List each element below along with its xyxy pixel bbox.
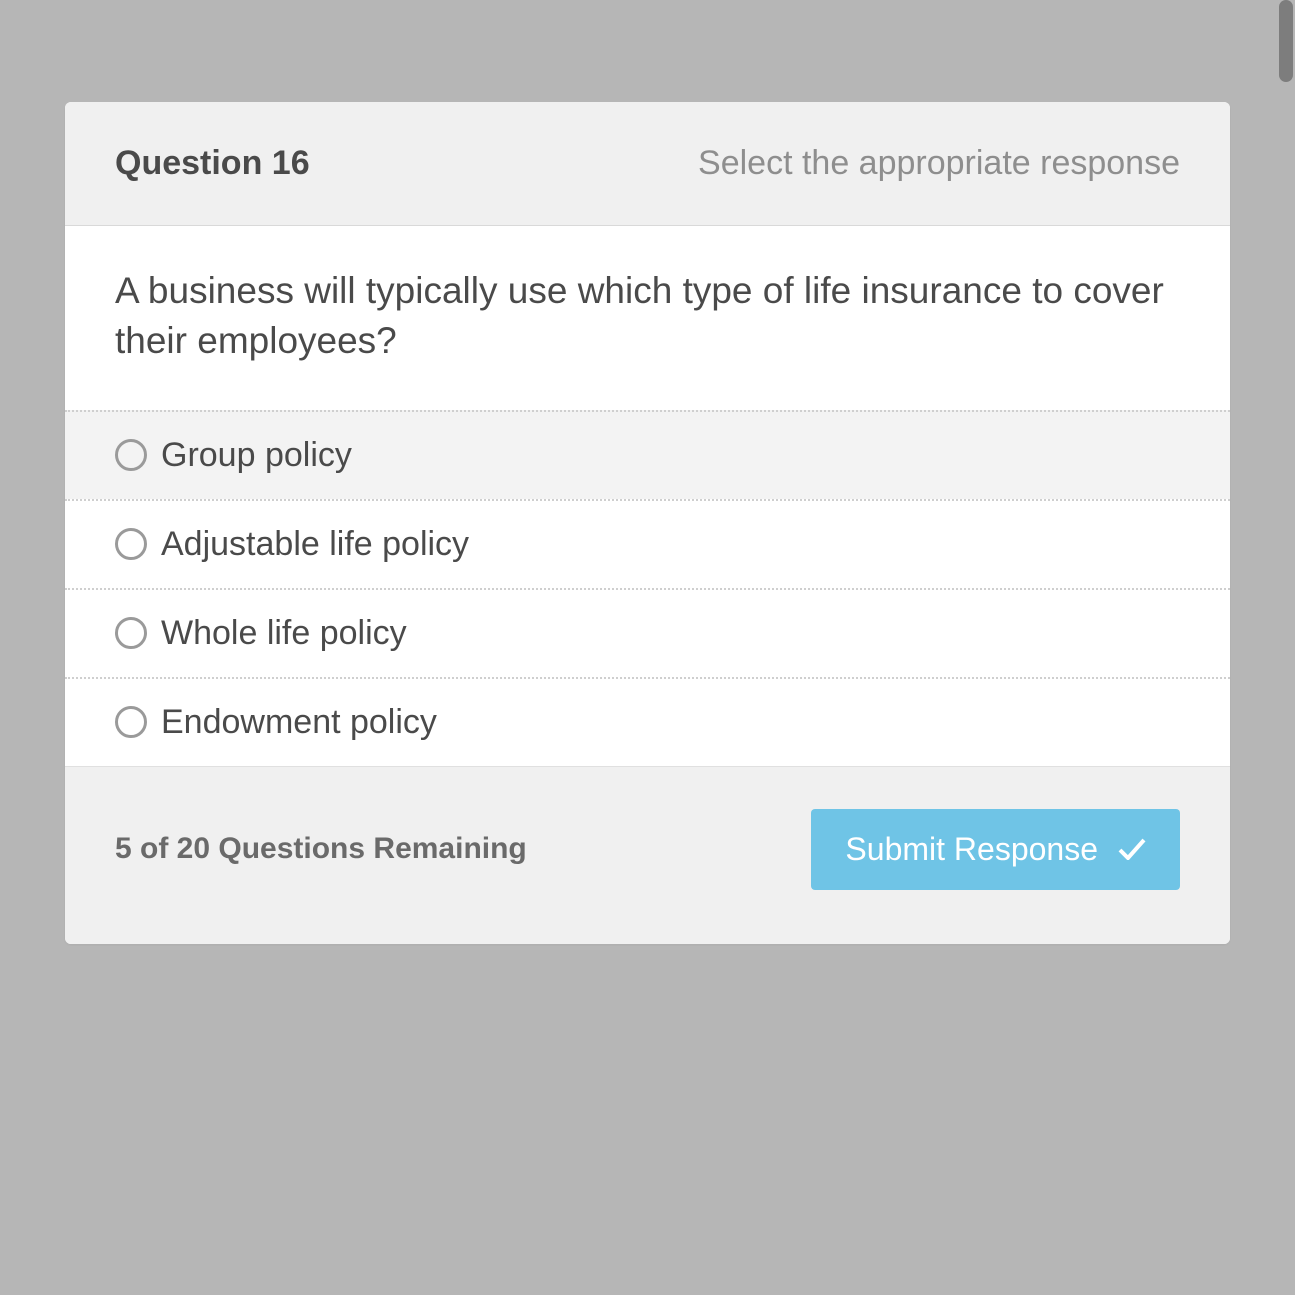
option-label: Whole life policy bbox=[161, 614, 407, 653]
radio-icon bbox=[115, 528, 147, 560]
submit-button[interactable]: Submit Response bbox=[811, 809, 1180, 890]
option-row[interactable]: Group policy bbox=[65, 410, 1230, 499]
radio-icon bbox=[115, 617, 147, 649]
check-icon bbox=[1118, 838, 1146, 860]
instruction-text: Select the appropriate response bbox=[698, 144, 1180, 183]
card-footer: 5 of 20 Questions Remaining Submit Respo… bbox=[65, 766, 1230, 944]
options-list: Group policy Adjustable life policy Whol… bbox=[65, 410, 1230, 766]
option-label: Adjustable life policy bbox=[161, 525, 469, 564]
question-body: A business will typically use which type… bbox=[65, 226, 1230, 410]
scrollbar-thumb[interactable] bbox=[1279, 0, 1293, 82]
option-label: Group policy bbox=[161, 436, 352, 475]
question-number: Question 16 bbox=[115, 144, 310, 183]
submit-label: Submit Response bbox=[845, 831, 1098, 868]
option-label: Endowment policy bbox=[161, 703, 437, 742]
option-row[interactable]: Endowment policy bbox=[65, 677, 1230, 766]
scrollbar-track[interactable] bbox=[1277, 0, 1295, 1295]
question-card: Question 16 Select the appropriate respo… bbox=[65, 102, 1230, 944]
question-text: A business will typically use which type… bbox=[115, 266, 1180, 366]
questions-remaining: 5 of 20 Questions Remaining bbox=[115, 832, 527, 866]
card-header: Question 16 Select the appropriate respo… bbox=[65, 102, 1230, 226]
option-row[interactable]: Whole life policy bbox=[65, 588, 1230, 677]
radio-icon bbox=[115, 706, 147, 738]
radio-icon bbox=[115, 439, 147, 471]
option-row[interactable]: Adjustable life policy bbox=[65, 499, 1230, 588]
